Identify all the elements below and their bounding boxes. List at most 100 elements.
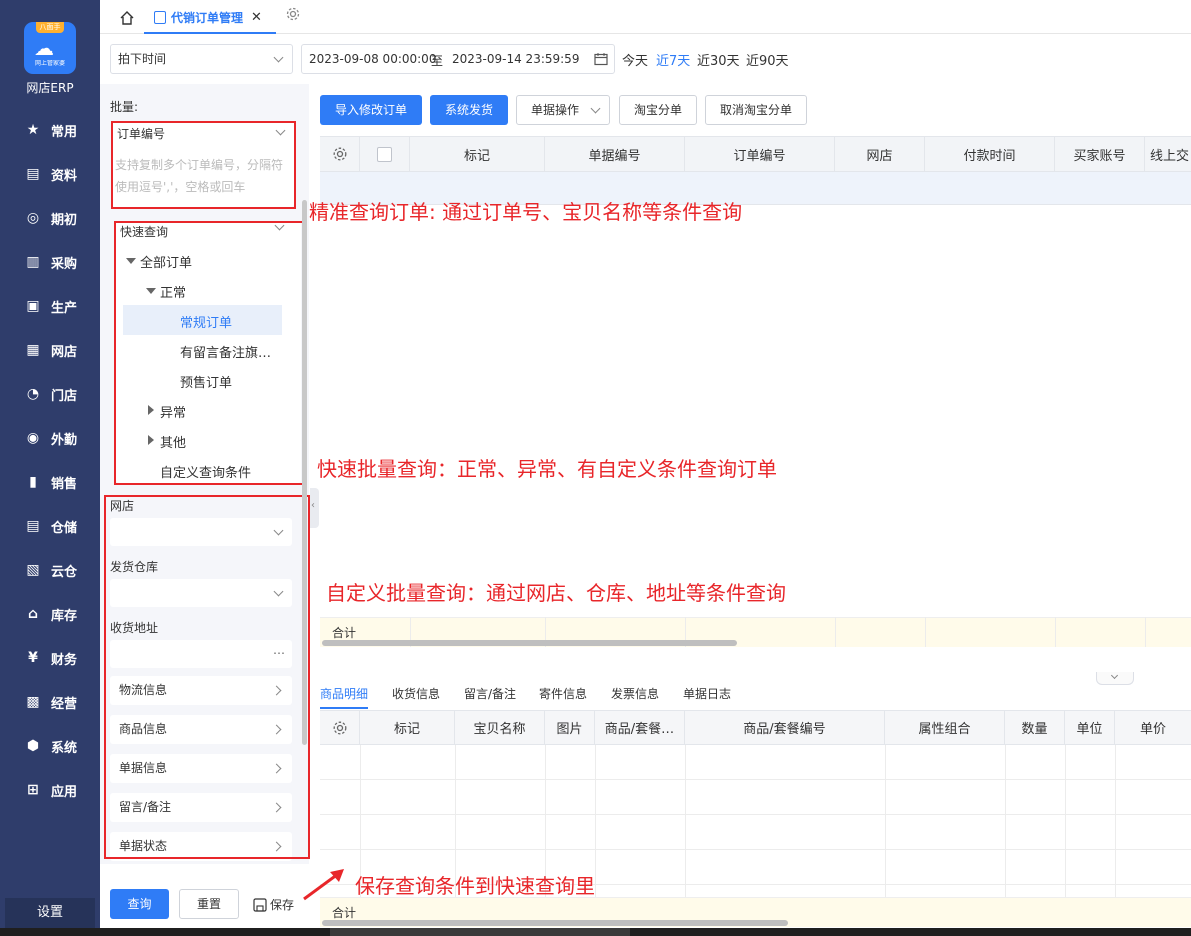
tab-receiving-info[interactable]: 收货信息 bbox=[392, 685, 440, 702]
select-all-checkbox[interactable] bbox=[377, 146, 392, 162]
time-type-select[interactable]: 拍下时间 bbox=[110, 44, 293, 74]
brand-name: 网店ERP bbox=[26, 81, 74, 95]
tab-consignment-orders[interactable]: 代销订单管理 ✕ bbox=[144, 2, 276, 34]
query-button[interactable]: 查询 bbox=[110, 889, 169, 919]
gear-icon bbox=[333, 721, 346, 734]
sidebar-item-store[interactable]: ▦ 网店 bbox=[24, 339, 77, 361]
taobao-split-button[interactable]: 淘宝分单 bbox=[619, 95, 697, 125]
sidebar-item-shop[interactable]: ◔ 门店 bbox=[24, 383, 77, 405]
column-header[interactable]: 付款时间 bbox=[925, 137, 1055, 171]
column-header[interactable]: 订单编号 bbox=[685, 137, 835, 171]
sidebar-item-apps[interactable]: ⊞ 应用 bbox=[24, 779, 77, 801]
column-header[interactable]: 标记 bbox=[410, 137, 545, 171]
column-header[interactable]: 网店 bbox=[835, 137, 925, 171]
app-logo[interactable]: 八面手 ☁ 网上管家婆 bbox=[24, 22, 76, 74]
left-panel-scrollbar[interactable] bbox=[302, 200, 307, 745]
detail-h-scrollbar[interactable] bbox=[322, 920, 788, 926]
sidebar-item-label: 网店 bbox=[51, 344, 78, 360]
sales-chart-icon: ▮ bbox=[29, 474, 37, 490]
sidebar-item-label: 应用 bbox=[51, 784, 78, 800]
column-header[interactable]: 属性组合 bbox=[885, 711, 1005, 744]
annotation-box-custom bbox=[104, 495, 310, 859]
column-header[interactable]: 线上交 bbox=[1145, 137, 1191, 171]
column-header[interactable]: 图片 bbox=[545, 711, 595, 744]
settings-button[interactable]: 设置 bbox=[5, 898, 95, 928]
date-start[interactable]: 2023-09-08 00:00:00 bbox=[309, 52, 436, 66]
sidebar-item-label: 财务 bbox=[51, 652, 78, 668]
time-type-value: 拍下时间 bbox=[118, 52, 167, 66]
sidebar-item-common[interactable]: ★ 常用 bbox=[24, 119, 77, 141]
orders-h-scrollbar[interactable] bbox=[322, 640, 737, 646]
pie-icon: ◔ bbox=[26, 386, 40, 402]
home-tab[interactable] bbox=[110, 4, 144, 32]
document-icon bbox=[154, 10, 166, 24]
sidebar-item-operation[interactable]: ▩ 经营 bbox=[24, 691, 77, 713]
sidebar: 八面手 ☁ 网上管家婆 网店ERP ★ 常用 ▤ 资料 ◎ 期初 ▥ 采购 ▣ 生产 ▦ 网… bbox=[0, 0, 100, 936]
finance-icon: ¥ bbox=[28, 650, 38, 666]
tab-label: 代销订单管理 bbox=[171, 10, 244, 25]
system-ship-button[interactable]: 系统发货 bbox=[430, 95, 508, 125]
column-header[interactable]: 单位 bbox=[1065, 711, 1115, 744]
column-settings[interactable] bbox=[320, 137, 360, 171]
batch-label: 批量: bbox=[110, 100, 139, 114]
tab-invoice-info[interactable]: 发票信息 bbox=[611, 685, 659, 702]
tab-settings-gear[interactable] bbox=[285, 6, 305, 26]
sidebar-item-inventory[interactable]: ⌂ 库存 bbox=[24, 603, 77, 625]
sidebar-item-finance[interactable]: ¥ 财务 bbox=[24, 647, 77, 669]
divider bbox=[885, 745, 886, 897]
column-header[interactable]: 数量 bbox=[1005, 711, 1065, 744]
sidebar-item-label: 仓储 bbox=[51, 520, 78, 536]
doc-operations-label: 单据操作 bbox=[531, 103, 580, 117]
cloud-logo-icon: ☁ bbox=[34, 36, 54, 60]
reset-button[interactable]: 重置 bbox=[179, 889, 239, 919]
divider bbox=[1005, 745, 1006, 897]
column-header[interactable]: 宝贝名称 bbox=[455, 711, 545, 744]
column-header[interactable]: 商品/套餐… bbox=[595, 711, 685, 744]
divider bbox=[1065, 745, 1066, 897]
sidebar-item-label: 云仓 bbox=[51, 564, 78, 580]
tab-remark[interactable]: 留言/备注 bbox=[464, 685, 516, 702]
archive-icon: ▤ bbox=[26, 166, 40, 182]
divider bbox=[1145, 617, 1146, 647]
summary-label: 合计 bbox=[332, 906, 357, 920]
column-header[interactable]: 标记 bbox=[360, 711, 455, 744]
sidebar-item-cloud-warehouse[interactable]: ▧ 云仓 bbox=[24, 559, 77, 581]
column-settings[interactable] bbox=[320, 711, 360, 744]
quick-90days[interactable]: 近90天 bbox=[746, 50, 789, 69]
date-range-picker[interactable]: 2023-09-08 00:00:00 至 2023-09-14 23:59:5… bbox=[301, 44, 615, 74]
column-header[interactable]: 单据编号 bbox=[545, 137, 685, 171]
sidebar-item-purchase[interactable]: ▥ 采购 bbox=[24, 251, 77, 273]
tab-doc-log[interactable]: 单据日志 bbox=[683, 685, 731, 702]
column-header[interactable]: 单价 bbox=[1115, 711, 1191, 744]
quick-30days[interactable]: 近30天 bbox=[697, 50, 740, 69]
gear-icon bbox=[333, 147, 346, 161]
warehouse-icon: ▤ bbox=[26, 518, 40, 534]
tab-product-detail[interactable]: 商品明细 bbox=[320, 685, 368, 702]
import-modify-button[interactable]: 导入修改订单 bbox=[320, 95, 422, 125]
sidebar-item-sales[interactable]: ▮ 销售 bbox=[24, 471, 77, 493]
column-header[interactable]: 商品/套餐编号 bbox=[685, 711, 885, 744]
tab-sender-info[interactable]: 寄件信息 bbox=[539, 685, 587, 702]
close-icon[interactable]: ✕ bbox=[251, 10, 262, 25]
store-icon: ▦ bbox=[26, 342, 40, 358]
sidebar-item-initial[interactable]: ◎ 期初 bbox=[24, 207, 77, 229]
sidebar-item-field[interactable]: ◉ 外勤 bbox=[24, 427, 77, 449]
calendar-icon[interactable] bbox=[594, 52, 608, 66]
collapse-detail-handle[interactable] bbox=[1096, 671, 1134, 685]
column-header[interactable]: 买家账号 bbox=[1055, 137, 1145, 171]
sidebar-item-warehouse[interactable]: ▤ 仓储 bbox=[24, 515, 77, 537]
sidebar-item-system[interactable]: ⬢ 系统 bbox=[24, 735, 77, 757]
operation-icon: ▩ bbox=[26, 694, 40, 710]
cancel-taobao-split-button[interactable]: 取消淘宝分单 bbox=[705, 95, 807, 125]
purchase-icon: ▥ bbox=[26, 254, 40, 270]
save-button[interactable]: 保存 bbox=[253, 896, 294, 913]
chevron-down-icon bbox=[590, 103, 601, 114]
sidebar-item-production[interactable]: ▣ 生产 bbox=[24, 295, 77, 317]
quick-7days[interactable]: 近7天 bbox=[656, 50, 690, 69]
quick-today[interactable]: 今天 bbox=[622, 50, 648, 69]
doc-operations-dropdown[interactable]: 单据操作 bbox=[516, 95, 610, 125]
sidebar-item-data[interactable]: ▤ 资料 bbox=[24, 163, 77, 185]
logo-tag: 八面手 bbox=[36, 22, 64, 33]
date-end[interactable]: 2023-09-14 23:59:59 bbox=[452, 52, 579, 66]
collapse-panel-handle[interactable]: ‹ bbox=[310, 488, 319, 528]
